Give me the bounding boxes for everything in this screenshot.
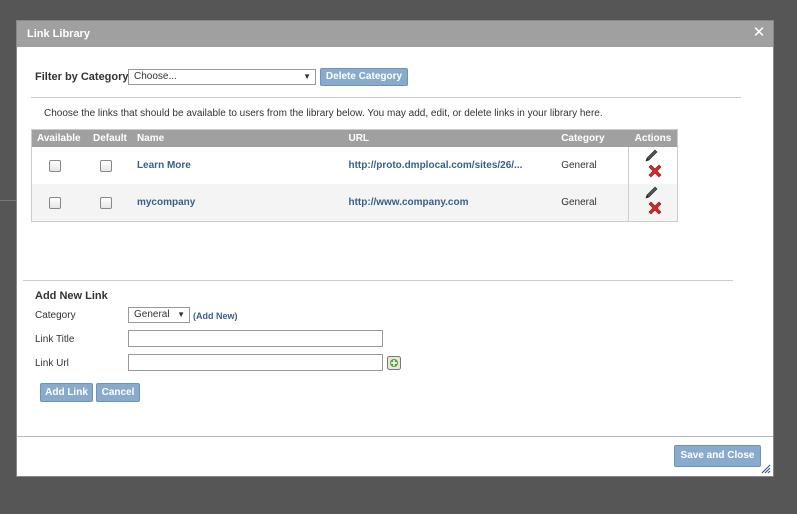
filter-category-select[interactable]: Choose... ▼ bbox=[128, 69, 316, 85]
link-category: General bbox=[561, 160, 597, 171]
intro-text: Choose the links that should be availabl… bbox=[44, 108, 603, 119]
pencil-icon[interactable] bbox=[644, 149, 660, 163]
links-table: Available Default Name URL Category Acti… bbox=[31, 129, 678, 222]
available-checkbox[interactable] bbox=[49, 196, 61, 209]
dialog-titlebar[interactable]: Link Library ✕ bbox=[17, 21, 773, 47]
available-checkbox[interactable] bbox=[49, 159, 61, 172]
header-available: Available bbox=[31, 129, 88, 147]
link-url-label: Link Url bbox=[35, 358, 69, 369]
link-category: General bbox=[556, 184, 629, 222]
footer-divider bbox=[17, 436, 773, 437]
header-name: Name bbox=[131, 129, 344, 147]
add-link-title: Add New Link bbox=[35, 290, 108, 302]
red-x-icon[interactable] bbox=[647, 200, 663, 216]
link-name[interactable]: mycompany bbox=[137, 197, 195, 208]
link-url[interactable]: http://www.company.com bbox=[348, 197, 468, 208]
header-actions: Actions bbox=[628, 129, 678, 147]
link-library-dialog: Link Library ✕ Filter by Category: Choos… bbox=[16, 20, 774, 477]
header-category: Category bbox=[556, 129, 629, 147]
link-name[interactable]: Learn More bbox=[137, 160, 191, 171]
link-lookup-icon[interactable] bbox=[387, 356, 401, 370]
header-url: URL bbox=[343, 129, 557, 147]
add-link-button[interactable]: Add Link bbox=[40, 383, 93, 402]
link-url[interactable]: http://proto.dmplocal.com/sites/26/... bbox=[348, 160, 522, 171]
table-header-row: Available Default Name URL Category Acti… bbox=[31, 129, 678, 147]
table-row: mycompany http://www.company.com General bbox=[31, 184, 678, 222]
filter-category-value: Choose... bbox=[134, 71, 177, 82]
row-actions bbox=[628, 184, 678, 222]
close-icon[interactable]: ✕ bbox=[751, 25, 767, 41]
pencil-icon[interactable] bbox=[644, 186, 660, 200]
dialog-title: Link Library bbox=[27, 28, 90, 40]
filter-row: Filter by Category: Choose... ▼ Delete C… bbox=[35, 68, 755, 88]
link-title-input[interactable] bbox=[128, 330, 383, 347]
filter-divider bbox=[31, 97, 741, 98]
row-actions-icons bbox=[642, 148, 664, 180]
link-category-select[interactable]: General ▼ bbox=[128, 307, 190, 323]
filter-label: Filter by Category: bbox=[35, 71, 133, 83]
link-url-input[interactable] bbox=[128, 354, 383, 371]
link-title-label: Link Title bbox=[35, 334, 75, 345]
chevron-down-icon: ▼ bbox=[177, 310, 185, 319]
category-label: Category bbox=[35, 310, 76, 321]
link-category-value: General bbox=[134, 309, 170, 320]
row-actions-icons bbox=[642, 185, 664, 217]
add-new-category-link[interactable]: (Add New) bbox=[193, 311, 238, 321]
cancel-button[interactable]: Cancel bbox=[96, 383, 140, 402]
header-default: Default bbox=[87, 129, 132, 147]
chevron-down-icon: ▼ bbox=[303, 72, 311, 81]
default-checkbox[interactable] bbox=[99, 196, 112, 209]
resize-grip-icon[interactable] bbox=[761, 464, 771, 474]
add-link-divider bbox=[23, 280, 733, 281]
save-and-close-button[interactable]: Save and Close bbox=[674, 445, 761, 467]
red-x-icon[interactable] bbox=[647, 163, 663, 179]
delete-category-button[interactable]: Delete Category bbox=[320, 68, 408, 86]
table-row: Learn More http://proto.dmplocal.com/sit… bbox=[32, 147, 678, 184]
row-actions bbox=[628, 147, 678, 184]
backdrop-divider bbox=[0, 200, 16, 201]
default-checkbox[interactable] bbox=[99, 159, 112, 172]
